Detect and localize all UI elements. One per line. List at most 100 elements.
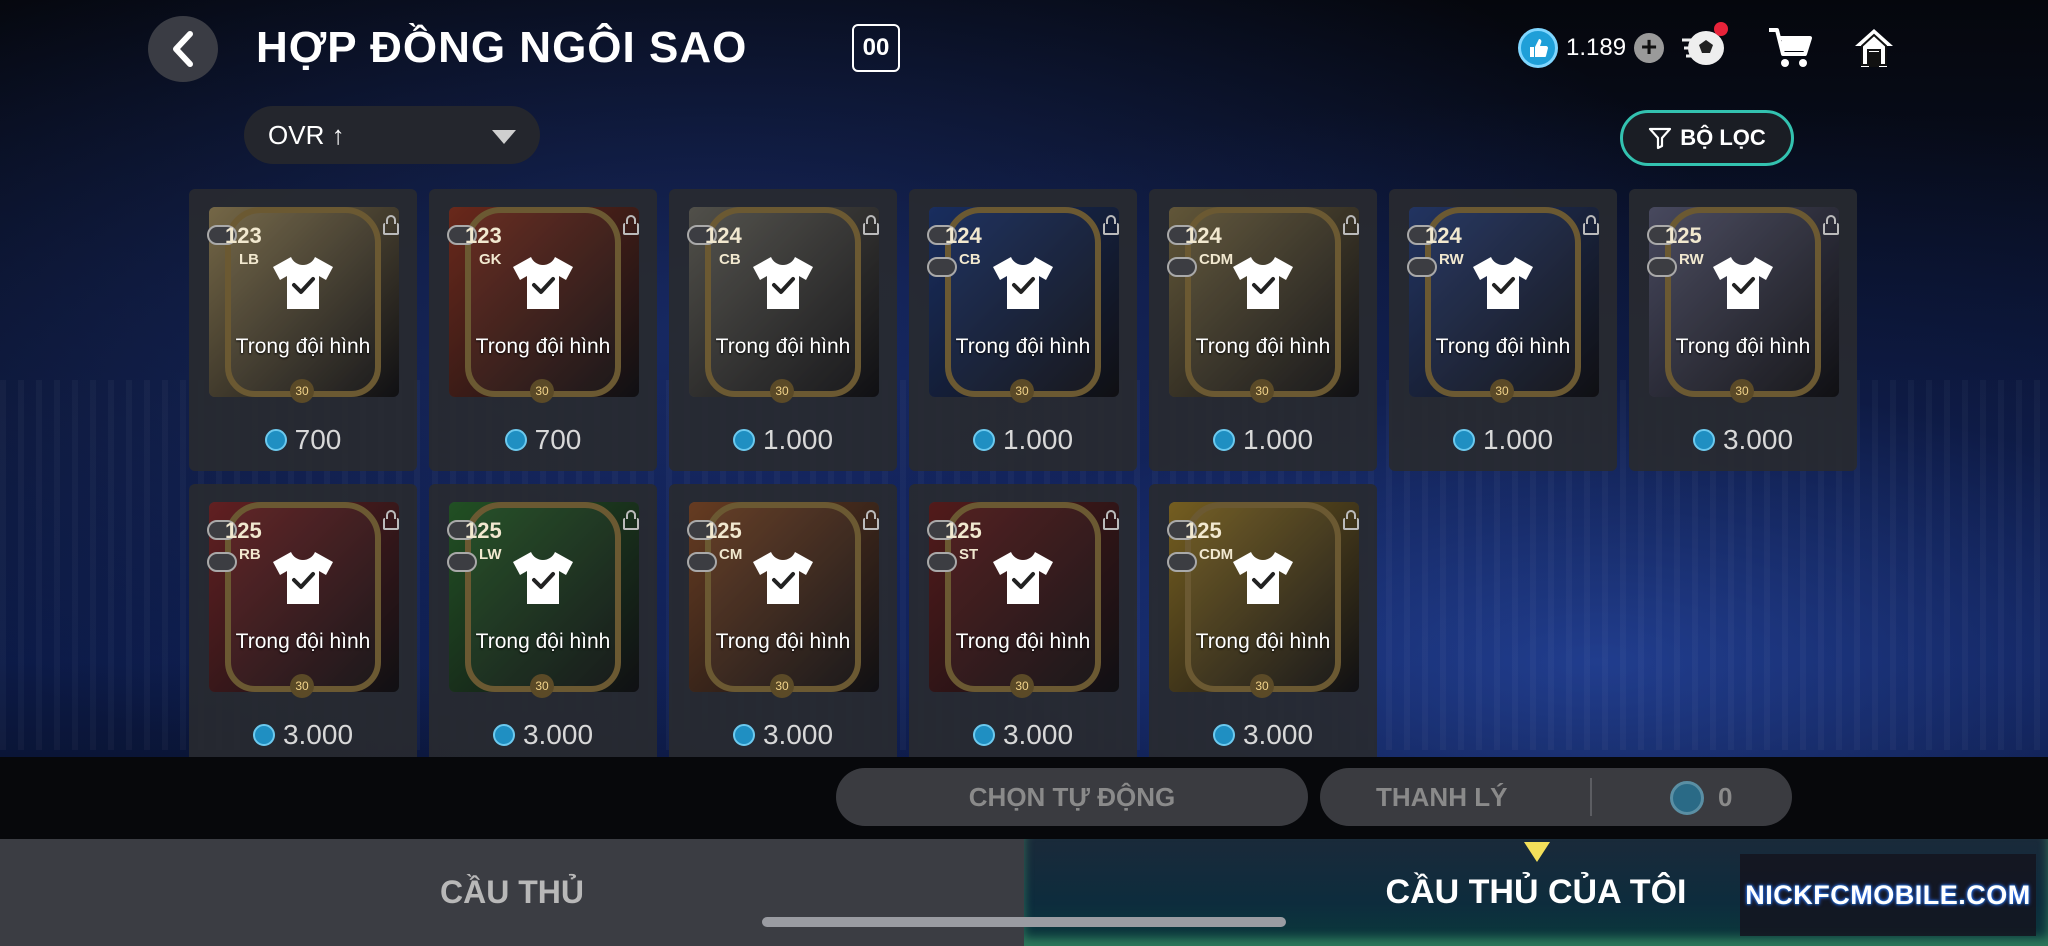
in-squad-shirt-icon: [511, 255, 575, 311]
sell-count: 0: [1718, 782, 1733, 812]
player-level: 30: [290, 674, 314, 698]
player-position: LB: [239, 251, 259, 268]
player-level: 30: [530, 379, 554, 403]
player-ovr: 125: [1185, 518, 1222, 543]
coin-icon: [972, 724, 995, 746]
player-ovr: 125: [945, 518, 982, 543]
player-card[interactable]: 125 RW 30 Trong đội hình 3.000: [1629, 189, 1857, 471]
sort-label: OVR ↑: [268, 119, 345, 150]
lock-icon: [863, 215, 879, 235]
price-value: 1.000: [762, 424, 834, 455]
coin-icon: [504, 429, 527, 451]
plus-icon: +: [1640, 31, 1658, 62]
card-price: 3.000: [429, 719, 657, 751]
player-card[interactable]: 124 CDM 30 Trong đội hình 1.000: [1149, 189, 1377, 471]
card-price: 700: [189, 424, 417, 456]
add-currency-button[interactable]: +: [1634, 31, 1665, 63]
coin-icon: [1212, 724, 1235, 746]
in-squad-shirt-icon: [1471, 255, 1535, 311]
trait-icon: [687, 552, 717, 572]
lock-icon: [383, 215, 399, 235]
in-squad-shirt-icon: [991, 550, 1055, 606]
in-squad-shirt-icon: [1231, 255, 1295, 311]
card-price: 700: [429, 424, 657, 456]
title-badge: 00: [852, 24, 900, 72]
trait-icon: [1167, 552, 1197, 572]
player-position: CDM: [1199, 251, 1234, 268]
player-ovr: 125: [465, 518, 502, 543]
player-ovr: 123: [465, 223, 502, 248]
home-button[interactable]: [1846, 20, 1902, 76]
back-icon: [173, 31, 193, 67]
filter-button[interactable]: BỘ LỌC: [1620, 110, 1794, 166]
player-ovr: 124: [1185, 223, 1222, 248]
squad-status: Trong đội hình: [1195, 630, 1331, 653]
card-price: 3.000: [189, 719, 417, 751]
in-squad-shirt-icon: [511, 550, 575, 606]
player-card[interactable]: 124 CB 30 Trong đội hình 1.000: [669, 189, 897, 471]
player-card[interactable]: 125 ST 30 Trong đội hình 3.000: [909, 484, 1137, 766]
price-value: 3.000: [762, 719, 834, 750]
coin-icon: [732, 429, 755, 451]
trait-icon: [447, 552, 477, 572]
trait-icon: [1167, 257, 1197, 277]
watermark: NICKFCMOBILE.COM: [1740, 854, 2036, 936]
sell-divider: [1590, 778, 1592, 816]
price-value: 700: [534, 424, 582, 455]
currency-amount: 1.189: [1566, 34, 1627, 61]
player-position: RB: [239, 546, 261, 563]
sell-button[interactable]: THANH LÝ 0: [1320, 768, 1792, 826]
price-value: 3.000: [1722, 424, 1794, 455]
coin-icon: [1692, 429, 1715, 451]
player-level: 30: [530, 674, 554, 698]
system-home-bar[interactable]: [762, 917, 1286, 927]
watermark-text: NICKFCMOBILE.COM: [1745, 879, 2031, 910]
player-level: 30: [1250, 379, 1274, 403]
squad-status: Trong đội hình: [1675, 335, 1811, 358]
sort-dropdown[interactable]: OVR ↑: [244, 106, 540, 164]
player-card[interactable]: 123 GK 30 Trong đội hình 700: [429, 189, 657, 471]
price-value: 3.000: [522, 719, 594, 750]
sell-label: THANH LÝ: [1376, 782, 1508, 812]
card-price: 3.000: [1149, 719, 1377, 751]
player-card[interactable]: 124 RW 30 Trong đội hình 1.000: [1389, 189, 1617, 471]
chevron-down-icon: [492, 130, 516, 144]
lock-icon: [623, 215, 639, 235]
tab-players[interactable]: CẦU THỦ: [0, 839, 1024, 946]
card-price: 3.000: [1629, 424, 1857, 456]
player-ovr: 125: [705, 518, 742, 543]
coin-icon: [1518, 28, 1558, 68]
back-button[interactable]: [148, 16, 218, 82]
page-title: HỢP ĐỒNG NGÔI SAO: [256, 23, 748, 72]
squad-status: Trong đội hình: [475, 335, 611, 358]
player-card[interactable]: 124 CB 30 Trong đội hình 1.000: [909, 189, 1137, 471]
player-card[interactable]: 125 LW 30 Trong đội hình 3.000: [429, 484, 657, 766]
auto-select-button[interactable]: CHỌN TỰ ĐỘNG: [836, 768, 1308, 826]
price-value: 1.000: [1482, 424, 1554, 455]
ball-icon-button[interactable]: [1676, 20, 1732, 76]
title-badge-text: 00: [862, 34, 890, 61]
squad-status: Trong đội hình: [235, 335, 371, 358]
home-icon: [1855, 29, 1893, 67]
player-position: CDM: [1199, 546, 1234, 563]
player-card[interactable]: 125 RB 30 Trong đội hình 3.000: [189, 484, 417, 766]
squad-status: Trong đội hình: [235, 630, 371, 653]
squad-status: Trong đội hình: [955, 630, 1091, 653]
player-card[interactable]: 125 CM 30 Trong đội hình 3.000: [669, 484, 897, 766]
coin-icon: [264, 429, 287, 451]
coin-icon: [1212, 429, 1235, 451]
filter-label: BỘ LỌC: [1680, 125, 1766, 150]
lock-icon: [1583, 215, 1599, 235]
player-card[interactable]: 123 LB 30 Trong đội hình 700: [189, 189, 417, 471]
lock-icon: [623, 510, 639, 530]
player-ovr: 125: [225, 518, 262, 543]
player-card[interactable]: 125 CDM 30 Trong đội hình 3.000: [1149, 484, 1377, 766]
shop-button[interactable]: [1762, 20, 1818, 76]
squad-status: Trong đội hình: [475, 630, 611, 653]
player-level: 30: [1010, 674, 1034, 698]
trait-icon: [927, 257, 957, 277]
player-position: CB: [719, 251, 741, 268]
lock-icon: [383, 510, 399, 530]
in-squad-shirt-icon: [1711, 255, 1775, 311]
player-ovr: 124: [705, 223, 742, 248]
